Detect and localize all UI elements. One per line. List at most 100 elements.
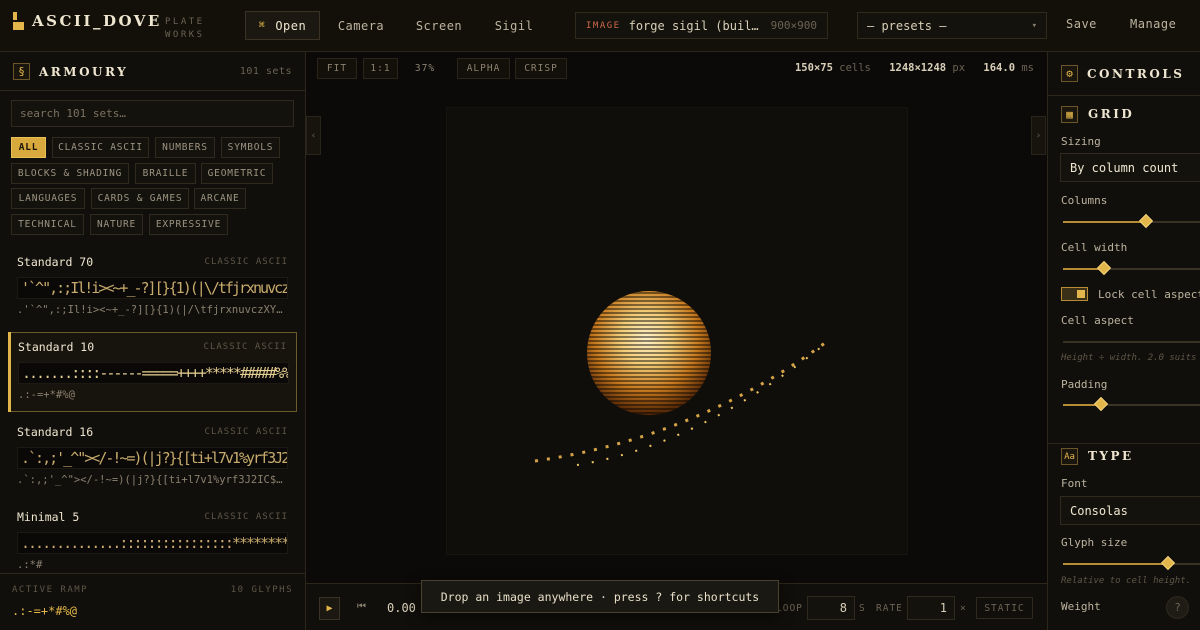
render-stats: 150×75 cells 1248×1248 px 164.0 ms [795, 62, 1034, 74]
set-item-standard-16[interactable]: Standard 16 CLASSIC ASCII .`:,;'_^"></-!… [8, 418, 297, 492]
set-preview: ..............::::::::::::::::**********… [17, 532, 288, 554]
controls-title: CONTROLS [1087, 67, 1185, 81]
actual-size-button[interactable]: 1:1 [363, 58, 398, 79]
columns-slider[interactable] [1063, 213, 1200, 229]
image-tag: IMAGE [586, 20, 621, 31]
cell-aspect-label: Cell aspect [1061, 314, 1134, 327]
manage-button[interactable]: Manage [1130, 17, 1176, 31]
filter-chip-expressive[interactable]: EXPRESSIVE [149, 214, 228, 235]
rate-label: RATE [876, 603, 903, 614]
top-bar: ASCII_DOVE PLATE WORKS ⌘ Open Camera Scre… [0, 0, 1200, 52]
save-button[interactable]: Save [1066, 17, 1097, 31]
set-category: CLASSIC ASCII [204, 512, 288, 522]
filter-chip-symbols[interactable]: SYMBOLS [221, 137, 280, 158]
filter-chip-cards-games[interactable]: CARDS & GAMES [91, 188, 189, 209]
px-value: 1248×1248 [889, 62, 947, 74]
set-name: Standard 10 [18, 340, 95, 354]
loop-unit: S [859, 603, 866, 614]
collapse-left-button[interactable]: ‹ [306, 116, 321, 155]
ascii-render-artboard [446, 107, 908, 608]
active-ramp-glyph-count: 10 GLYPHS [230, 585, 293, 595]
play-icon: ▶ [326, 603, 333, 614]
set-ramp: .:-=+*#%@ [18, 389, 75, 401]
columns-label: Columns [1061, 194, 1108, 207]
armoury-panel: § ARMOURY 101 sets ALL CLASSIC ASCII NUM… [0, 52, 306, 630]
time-value: 0.00 [387, 601, 416, 615]
fit-button[interactable]: FIT [317, 58, 357, 79]
set-category: CLASSIC ASCII [203, 342, 287, 352]
set-name: Standard 16 [17, 425, 94, 439]
cell-width-slider[interactable] [1063, 260, 1200, 276]
screen-button[interactable]: Screen [408, 11, 470, 40]
logo-icon [13, 12, 25, 32]
slider-knob[interactable] [1160, 555, 1176, 571]
glyph-size-slider[interactable] [1063, 555, 1200, 571]
image-name: forge sigil (built-in) [628, 18, 761, 33]
filter-chip-geometric[interactable]: GEOMETRIC [201, 163, 273, 184]
set-item-standard-70[interactable]: Standard 70 CLASSIC ASCII '`^",:;Il!i><~… [8, 248, 297, 322]
canvas-area: FIT 1:1 37% ALPHA CRISP 150×75 cells 124… [306, 52, 1047, 630]
cell-width-label: Cell width [1061, 241, 1128, 254]
armoury-title: ARMOURY [39, 65, 129, 79]
ms-unit: ms [1021, 62, 1034, 74]
font-select[interactable]: Consolas [1060, 496, 1200, 525]
image-chip[interactable]: IMAGE forge sigil (built-in) 900×900 [575, 12, 828, 39]
active-ramp-label: ACTIVE RAMP [12, 585, 89, 595]
cell-aspect-slider[interactable] [1063, 336, 1200, 348]
set-category: CLASSIC ASCII [204, 427, 288, 437]
set-name: Minimal 5 [17, 510, 80, 524]
grid-section: ▦ GRID Sizing By column count Columns Ce… [1048, 96, 1200, 444]
filter-chip-languages[interactable]: LANGUAGES [11, 188, 85, 209]
loop-input[interactable]: 8 [807, 596, 855, 620]
loop-label: LOOP [776, 603, 803, 614]
ms-value: 164.0 [983, 62, 1016, 74]
filter-chip-all[interactable]: ALL [11, 137, 46, 158]
controls-header: ⚙ CONTROLS [1048, 52, 1200, 96]
static-mode-button[interactable]: STATIC [976, 597, 1033, 619]
set-ramp: .'`^",:;Il!i><~+_-?][}{1)(|/\tfjrxnuvczX… [17, 304, 288, 316]
armoury-header: § ARMOURY 101 sets [0, 52, 305, 91]
rate-input[interactable]: 1 [907, 596, 955, 620]
sizing-label: Sizing [1061, 135, 1101, 148]
set-ramp: .`:,;'_^"></-!~=)(|j?}{[ti+l7v1%yrf3J2IC… [17, 474, 288, 486]
slider-knob[interactable] [1096, 260, 1111, 276]
padding-slider[interactable] [1063, 396, 1200, 412]
collapse-right-button[interactable]: › [1031, 116, 1046, 155]
zoom-level: 37% [414, 63, 436, 74]
controls-panel: ⚙ CONTROLS ▦ GRID Sizing By column count… [1047, 52, 1200, 630]
app-title: ASCII_DOVE [32, 12, 162, 30]
set-preview: '`^",:;Il!i><~+_-?][}{1)(|\/tfjrxnuvczXY… [17, 277, 288, 299]
sigil-button[interactable]: Sigil [484, 11, 544, 40]
filter-chip-classic-ascii[interactable]: CLASSIC ASCII [52, 137, 149, 158]
open-button[interactable]: ⌘ Open [245, 11, 320, 40]
alpha-toggle[interactable]: ALPHA [457, 58, 510, 79]
presets-select[interactable]: — presets — ▾ [857, 12, 1047, 39]
gear-icon: ⚙ [1061, 65, 1078, 82]
filter-chip-braille[interactable]: BRAILLE [135, 163, 196, 184]
play-button[interactable]: ▶ [319, 597, 340, 620]
lock-aspect-toggle[interactable] [1061, 287, 1088, 301]
drop-hint-toast: Drop an image anywhere · press ? for sho… [421, 580, 779, 613]
help-button[interactable]: ? [1166, 596, 1189, 619]
cells-value: 150×75 [794, 62, 833, 74]
filter-chip-arcane[interactable]: ARCANE [194, 188, 246, 209]
grid-title: GRID [1088, 107, 1135, 121]
chevron-down-icon: ▾ [1031, 20, 1037, 31]
app-subtitle: PLATE WORKS [165, 17, 205, 40]
set-item-standard-10[interactable]: Standard 10 CLASSIC ASCII .......::::---… [8, 332, 297, 412]
armoury-count: 101 sets [239, 66, 292, 77]
filter-chip-technical[interactable]: TECHNICAL [11, 214, 84, 235]
crisp-toggle[interactable]: CRISP [515, 58, 567, 79]
search-input[interactable] [11, 100, 294, 127]
set-category: CLASSIC ASCII [204, 257, 288, 267]
slider-knob[interactable] [1093, 396, 1108, 412]
camera-button[interactable]: Camera [330, 11, 392, 40]
slider-knob[interactable] [1138, 213, 1153, 229]
image-dimensions: 900×900 [770, 19, 817, 32]
set-item-minimal-5[interactable]: Minimal 5 CLASSIC ASCII ..............::… [8, 503, 297, 577]
filter-chip-numbers[interactable]: NUMBERS [155, 137, 215, 158]
sizing-select[interactable]: By column count [1060, 153, 1200, 182]
rewind-button[interactable]: ⏮ [357, 601, 366, 612]
filter-chip-nature[interactable]: NATURE [90, 214, 143, 235]
filter-chip-blocks-shading[interactable]: BLOCKS & SHADING [11, 163, 129, 184]
